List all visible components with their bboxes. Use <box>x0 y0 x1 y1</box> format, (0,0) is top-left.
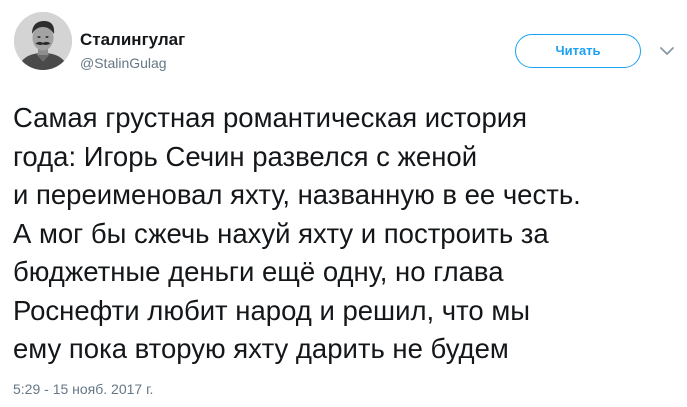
tweet-text: Самая грустная романтическая история год… <box>13 99 678 369</box>
tweet-text-line: А мог бы сжечь нахуй яхту и построить за <box>13 217 549 249</box>
more-options-button[interactable] <box>656 40 678 62</box>
tweet-card: Сталингулаг @StalinGulag Читать Самая гр… <box>0 0 687 407</box>
avatar-portrait-icon <box>14 12 72 70</box>
follow-button[interactable]: Читать <box>515 34 641 68</box>
avatar[interactable] <box>14 12 72 70</box>
tweet-text-line: и переименовал яхту, названную в ее чест… <box>13 179 581 210</box>
tweet-text-line: ему пока вторую яхту дарить не будем <box>13 333 509 364</box>
chevron-down-icon <box>660 47 674 55</box>
tweet-text-line: Роснефти любит народ и решил, что мы <box>13 294 531 326</box>
tweet-timestamp[interactable]: 5:29 - 15 нояб. 2017 г. <box>13 380 153 398</box>
display-name[interactable]: Сталингулаг <box>80 30 185 50</box>
tweet-text-line: Самая грустная романтическая история <box>13 102 528 133</box>
tweet-text-line: года: Игорь Сечин развелся с женой <box>13 140 478 172</box>
user-handle[interactable]: @StalinGulag <box>80 54 167 72</box>
tweet-text-line: бюджетные деньги ещё одну, но глава <box>13 256 504 287</box>
